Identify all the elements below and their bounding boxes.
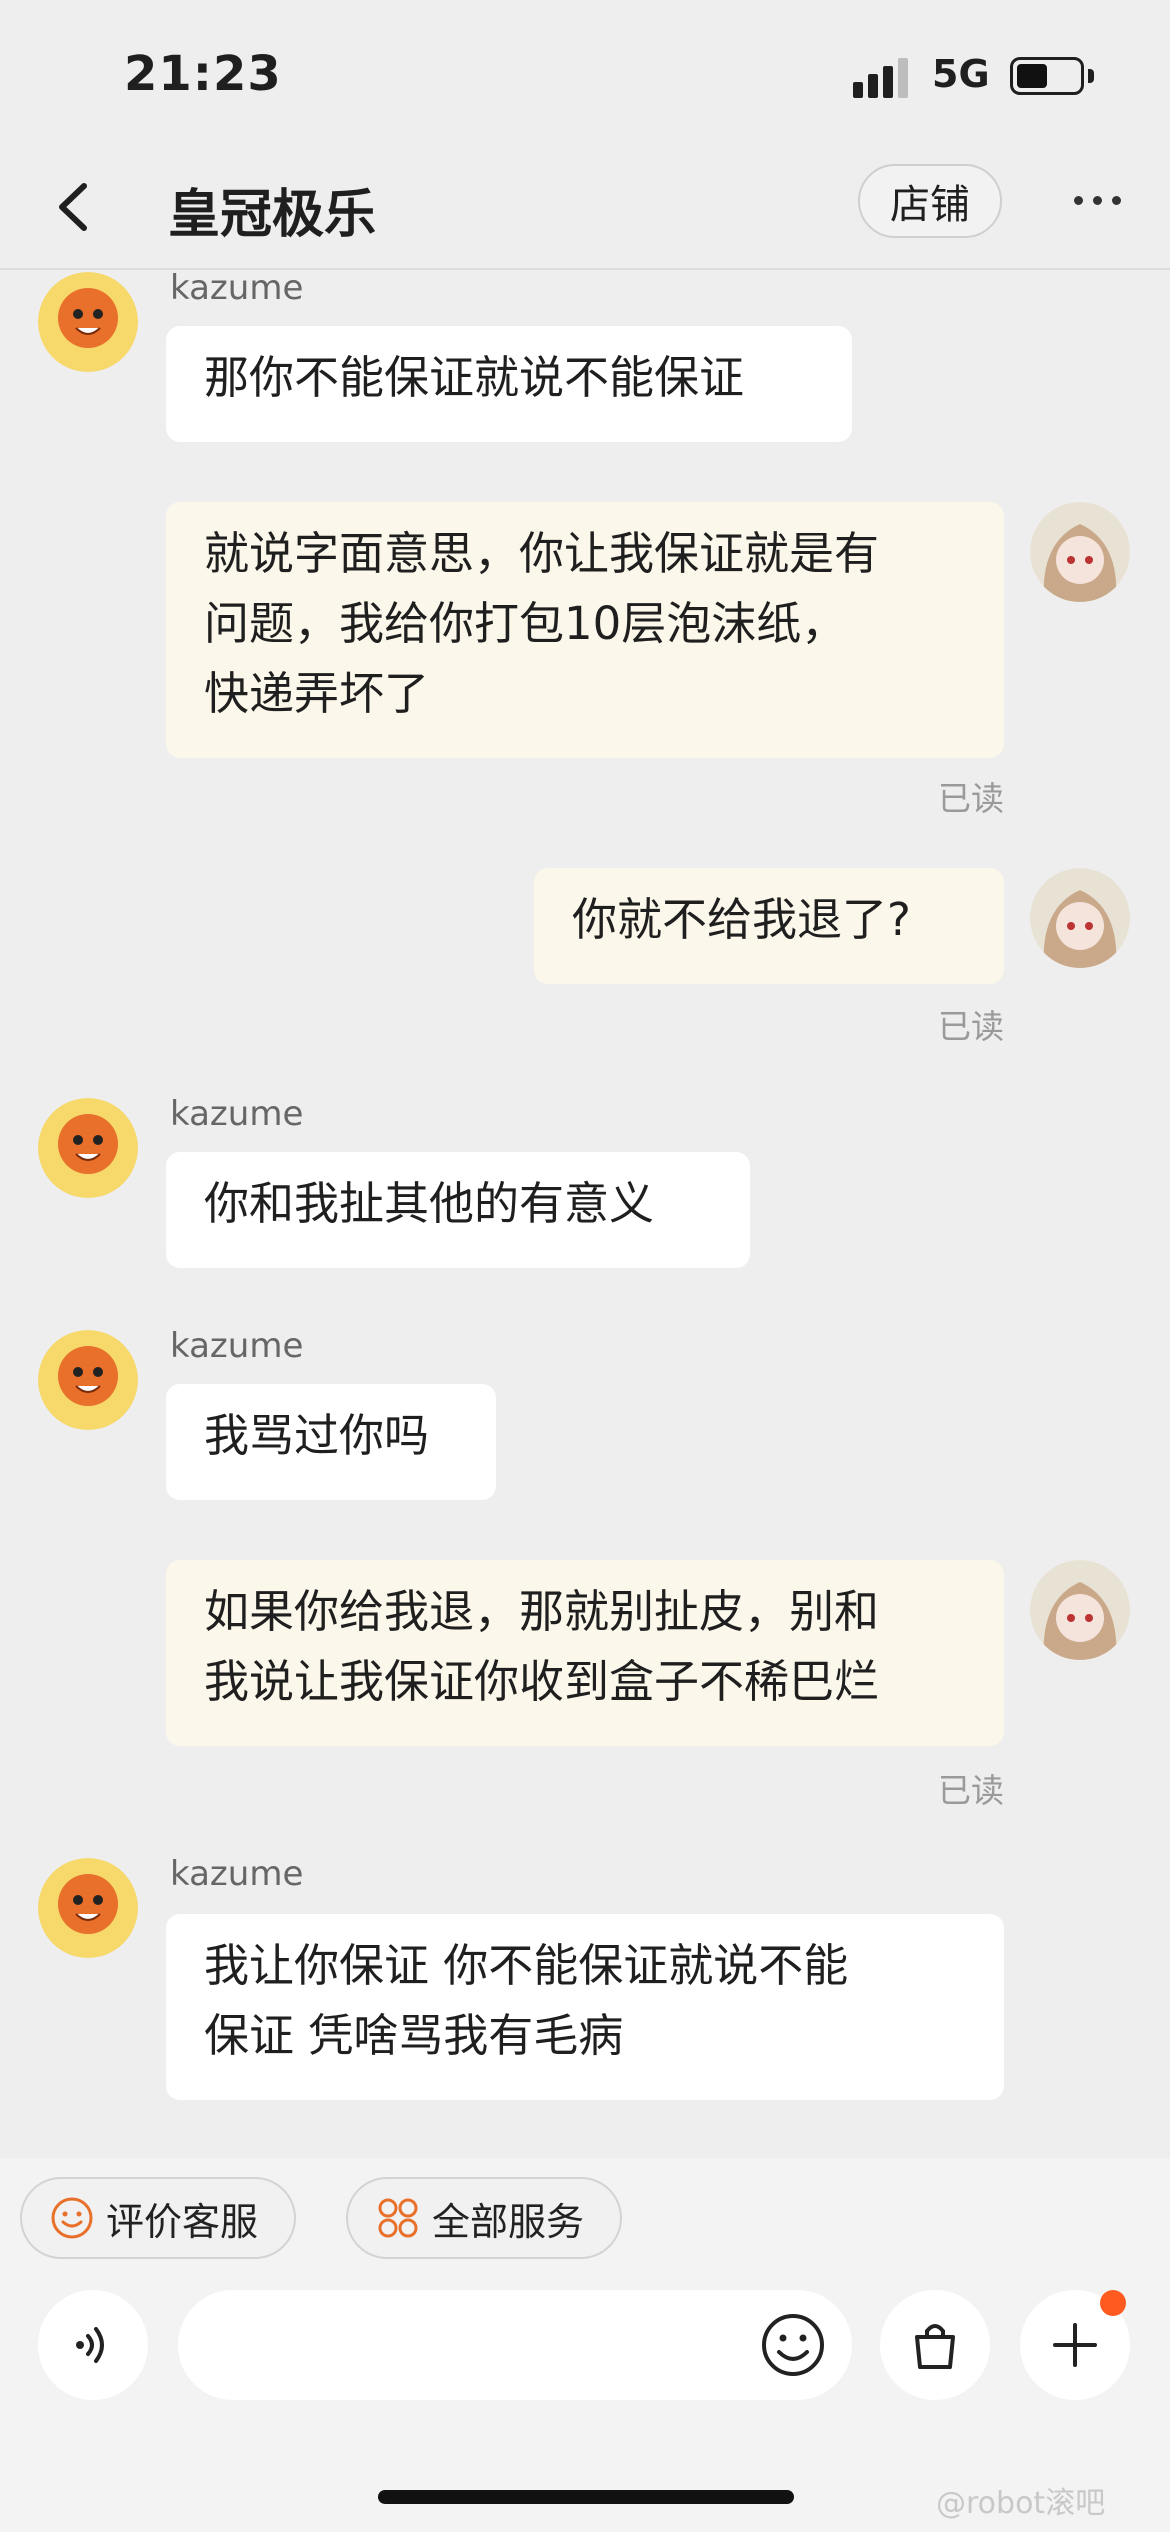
battery-icon [1010,57,1084,95]
plus-icon [1053,2323,1097,2367]
message-line: 就说字面意思，你让我保证就是有 [204,527,880,580]
voice-button[interactable] [38,2290,148,2400]
all-services-button[interactable]: 全部服务 [346,2177,622,2259]
sender-name: kazume [170,1326,304,1366]
battery-cap [1088,69,1094,83]
sender-name: kazume [170,1854,304,1894]
notification-dot [1100,2290,1126,2316]
signal-icon [853,58,908,98]
emoji-icon[interactable] [760,2312,826,2378]
message-bubble[interactable]: 就说字面意思，你让我保证就是有 问题，我给你打包10层泡沫纸， 快递弄坏了 [166,502,1004,758]
message-input[interactable] [178,2290,852,2400]
message-line: 那你不能保证就说不能保证 [204,351,745,404]
shopping-bag-icon [915,2324,955,2369]
shop-button[interactable]: 店铺 [858,164,1002,238]
watermark: @robot滚吧 [936,2486,1106,2521]
avatar[interactable] [1030,868,1130,968]
avatar[interactable] [1030,502,1130,602]
avatar[interactable] [38,1098,138,1198]
sender-name: kazume [170,268,304,308]
home-indicator[interactable] [378,2490,794,2504]
avatar[interactable] [1030,1560,1130,1660]
message-line: 我骂过你吗 [204,1409,430,1462]
message-line: 如果你给我退，那就别扯皮，别和 [204,1585,880,1638]
avatar[interactable] [38,1330,138,1430]
message-line: 你就不给我退了? [572,893,911,946]
page-title: 皇冠极乐 [168,185,377,245]
chat-header: 皇冠极乐 店铺 [0,150,1170,270]
back-arrow-icon[interactable] [48,172,108,242]
smile-icon [51,2197,93,2239]
rate-service-button[interactable]: 评价客服 [20,2177,296,2259]
sender-name: kazume [170,1094,304,1134]
read-status: 已读 [938,1771,1004,1810]
more-options-icon[interactable] [1062,175,1132,225]
shopping-bag-button[interactable] [880,2290,990,2400]
avatar[interactable] [38,1858,138,1958]
network-type: 5G [932,52,990,96]
read-status: 已读 [938,1007,1004,1046]
read-status: 已读 [938,779,1004,818]
message-line: 我说让我保证你收到盒子不稀巴烂 [204,1655,880,1708]
message-line: 问题，我给你打包10层泡沫纸， [204,597,847,650]
status-bar: 21:23 5G [0,0,1170,150]
message-bubble[interactable]: 如果你给我退，那就别扯皮，别和 我说让我保证你收到盒子不稀巴烂 [166,1560,1004,1746]
message-bubble[interactable]: 那你不能保证就说不能保证 [166,326,852,442]
all-services-label: 全部服务 [432,2199,585,2244]
message-bubble[interactable]: 你和我扯其他的有意义 [166,1152,750,1268]
message-line: 我让你保证 你不能保证就说不能 [204,1939,849,1992]
grid-icon [378,2198,418,2238]
message-bubble[interactable]: 你就不给我退了? [534,868,1004,984]
message-bubble[interactable]: 我让你保证 你不能保证就说不能 保证 凭啥骂我有毛病 [166,1914,1004,2100]
avatar[interactable] [38,272,138,372]
voice-icon [76,2327,104,2363]
rate-service-label: 评价客服 [106,2199,259,2244]
message-line: 快递弄坏了 [204,667,430,720]
message-line: 你和我扯其他的有意义 [204,1177,655,1230]
status-time: 21:23 [124,46,282,102]
message-line: 保证 凭啥骂我有毛病 [204,2009,624,2062]
message-bubble[interactable]: 我骂过你吗 [166,1384,496,1500]
